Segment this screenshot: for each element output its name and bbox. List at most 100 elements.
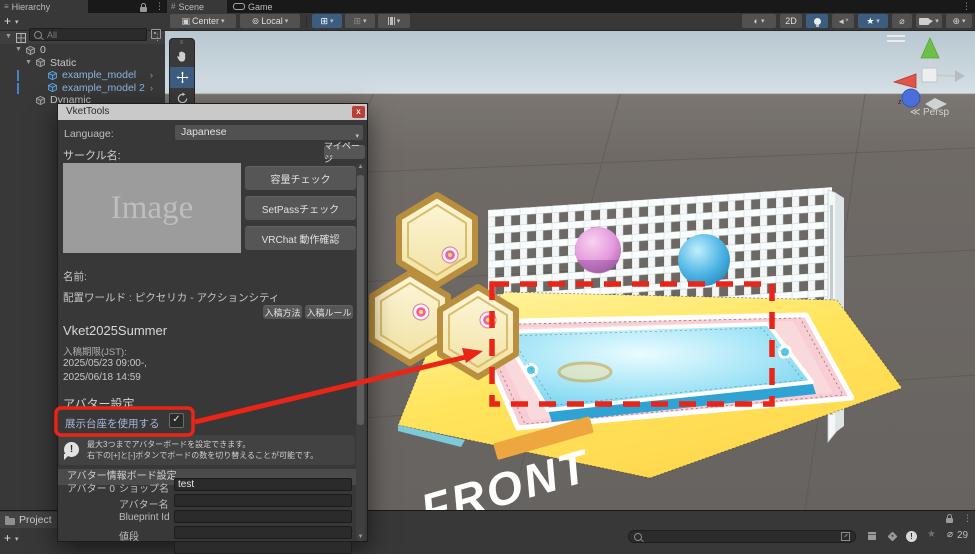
mypage-button[interactable]: マイページ — [324, 145, 365, 159]
setpass-check-button[interactable]: SetPassチェック — [245, 196, 356, 220]
overlay-drag-handle[interactable]: ≡ — [170, 39, 194, 46]
capacity-check-button[interactable]: 容量チェック — [245, 166, 356, 190]
tab-hierarchy[interactable]: ≡ Hierarchy — [0, 0, 88, 13]
pedestal-checkbox[interactable]: ✓ — [169, 413, 184, 428]
persp-chevron-icon[interactable]: ≪ — [910, 107, 920, 118]
info-box: ! 最大3つまでアバターボードを設定できます。 右下の[+]と[-]ボタンでボー… — [59, 435, 355, 465]
grid-snap-dropdown-icon: ▾ — [330, 17, 334, 25]
price-field[interactable] — [174, 526, 352, 539]
move-tool-button[interactable] — [170, 67, 194, 88]
move-icon — [176, 71, 189, 84]
scene-camera-button[interactable]: ▾ — [916, 14, 942, 28]
pivot-dropdown-icon: ▾ — [221, 17, 225, 25]
handle-space-button[interactable]: ⊚ Local ▾ — [240, 14, 300, 28]
scroll-up-icon[interactable]: ▲ — [356, 164, 365, 170]
effects-dropdown-icon: ▾ — [876, 17, 880, 25]
hierarchy-add-button[interactable]: + — [4, 14, 11, 28]
hand-icon — [176, 50, 189, 63]
folder-icon — [5, 518, 15, 525]
tab-scene[interactable]: # Scene — [167, 0, 227, 13]
hierarchy-picker-icon[interactable] — [151, 29, 161, 42]
project-add-button[interactable]: + — [4, 531, 11, 545]
open-in-new-icon[interactable] — [841, 532, 850, 541]
hierarchy-row[interactable]: ▼ 0 — [0, 44, 165, 57]
panel-divider — [165, 0, 166, 13]
grid-snap-button[interactable]: ⊞ ▾ — [312, 14, 342, 28]
hex-board-2[interactable] — [372, 273, 448, 363]
window-scrollbar[interactable]: ▲ ▼ — [356, 163, 365, 541]
board-field-label: ショップ名 — [119, 480, 169, 495]
blue-sphere-model[interactable] — [678, 234, 730, 286]
language-label: Language: — [64, 128, 114, 140]
foldout-icon[interactable]: ▼ — [15, 44, 22, 57]
hierarchy-search-input[interactable] — [45, 29, 142, 41]
toolbar-divider — [306, 15, 307, 27]
tab-scene-label: Scene — [178, 2, 204, 12]
blueprint-id-field[interactable] — [174, 510, 352, 523]
gizmo-z-label: z — [898, 99, 902, 106]
avatar-name-field[interactable] — [174, 494, 352, 507]
pivot-mode-button[interactable]: ▣ Center ▾ — [170, 14, 236, 28]
tag-icon[interactable] — [889, 531, 896, 543]
project-lock-icon[interactable] — [946, 514, 953, 526]
submit-method-button[interactable]: 入稿方法 — [263, 305, 302, 319]
shading-mode-button[interactable]: ◐ ▾ — [742, 14, 776, 28]
avatar-settings-label: アバター設定 — [63, 395, 135, 412]
tab-game[interactable]: Game — [229, 0, 291, 13]
circle-name-label: サークル名: — [63, 147, 121, 163]
gizmo-z-axis[interactable] — [902, 89, 920, 107]
prefab-open-chevron-icon[interactable]: › — [150, 69, 153, 82]
vrchat-check-button[interactable]: VRChat 動作確認 — [245, 226, 356, 250]
gizmos-button[interactable]: ⊕ ▾ — [946, 14, 972, 28]
hierarchy-row-model[interactable]: example_model › — [0, 69, 165, 82]
foldout-icon[interactable]: ▼ — [5, 31, 12, 44]
window-title-bar[interactable]: VketTools — [58, 104, 367, 120]
language-value: Japanese — [181, 126, 227, 138]
project-search-input[interactable] — [646, 531, 837, 543]
hierarchy-add-dropdown-icon[interactable]: ▾ — [15, 18, 19, 26]
favorites-star-icon[interactable]: ★ — [927, 529, 936, 540]
scene-audio-button[interactable]: ◄× — [832, 14, 854, 28]
increment-snap-dropdown-icon: ▾ — [363, 17, 367, 25]
foldout-icon[interactable]: ▼ — [25, 57, 32, 70]
gameobject-cube-icon — [36, 96, 45, 109]
language-dropdown[interactable]: Japanese ▾ — [175, 125, 363, 140]
hand-tool-button[interactable] — [170, 46, 194, 67]
scene-visibility-button[interactable]: ⌀ — [892, 14, 912, 28]
toolbar-row: + ▾ ▣ Center ▾ ⊚ Local ▾ ⊞ ▾ ⊞ ▾ ▾ ◐ ▾ 2… — [0, 13, 975, 31]
project-menu-icon[interactable]: ⋮ — [963, 513, 972, 524]
hidden-count-icon[interactable]: ⌀ — [947, 529, 953, 540]
package-icon[interactable] — [868, 531, 876, 543]
hex-board-3[interactable] — [440, 287, 516, 377]
top-tab-bar: ≡ Hierarchy ⋮ # Scene Game ⋮ — [0, 0, 975, 13]
scrollbar-thumb[interactable] — [357, 175, 364, 425]
scene-icon: # — [171, 2, 175, 11]
hierarchy-row-model[interactable]: example_model 2 › — [0, 82, 165, 95]
hierarchy-menu-icon[interactable]: ⋮ — [155, 1, 164, 12]
prefab-open-chevron-icon[interactable]: › — [150, 82, 153, 95]
persp-label[interactable]: Persp — [923, 107, 950, 118]
gizmo-sphere-icon: ⊕ — [952, 16, 960, 26]
2d-mode-button[interactable]: 2D — [780, 14, 802, 28]
scene-panel-menu-icon[interactable]: ⋮ — [962, 1, 971, 12]
increment-snap-button[interactable]: ⊞ ▾ — [345, 14, 375, 28]
scroll-down-icon[interactable]: ▼ — [356, 534, 365, 540]
submit-rule-button[interactable]: 入稿ルール — [305, 305, 353, 319]
hierarchy-search-box[interactable] — [29, 28, 147, 41]
project-search-box[interactable] — [628, 530, 856, 543]
hierarchy-row[interactable]: ▼ Static — [0, 57, 165, 70]
warning-icon[interactable]: ! — [906, 530, 917, 542]
tool-snapping-button[interactable]: ▾ — [378, 14, 410, 28]
window-title: VketTools — [66, 106, 109, 117]
scene-lighting-button[interactable] — [806, 14, 828, 28]
effects-star-icon: ★ — [866, 16, 874, 26]
window-close-button[interactable]: x — [352, 106, 365, 118]
deadline-label: 入稿期限(JST): — [63, 344, 127, 358]
shop-name-field[interactable] — [174, 478, 352, 491]
pivot-icon: ▣ — [181, 16, 190, 26]
pivot-mode-label: Center — [192, 16, 219, 26]
circle-image-placeholder: Image — [63, 163, 241, 253]
board-field-extra[interactable] — [174, 541, 352, 554]
deadline-from: 2025/05/23 09:00-, — [63, 358, 147, 369]
scene-effects-button[interactable]: ★ ▾ — [858, 14, 888, 28]
